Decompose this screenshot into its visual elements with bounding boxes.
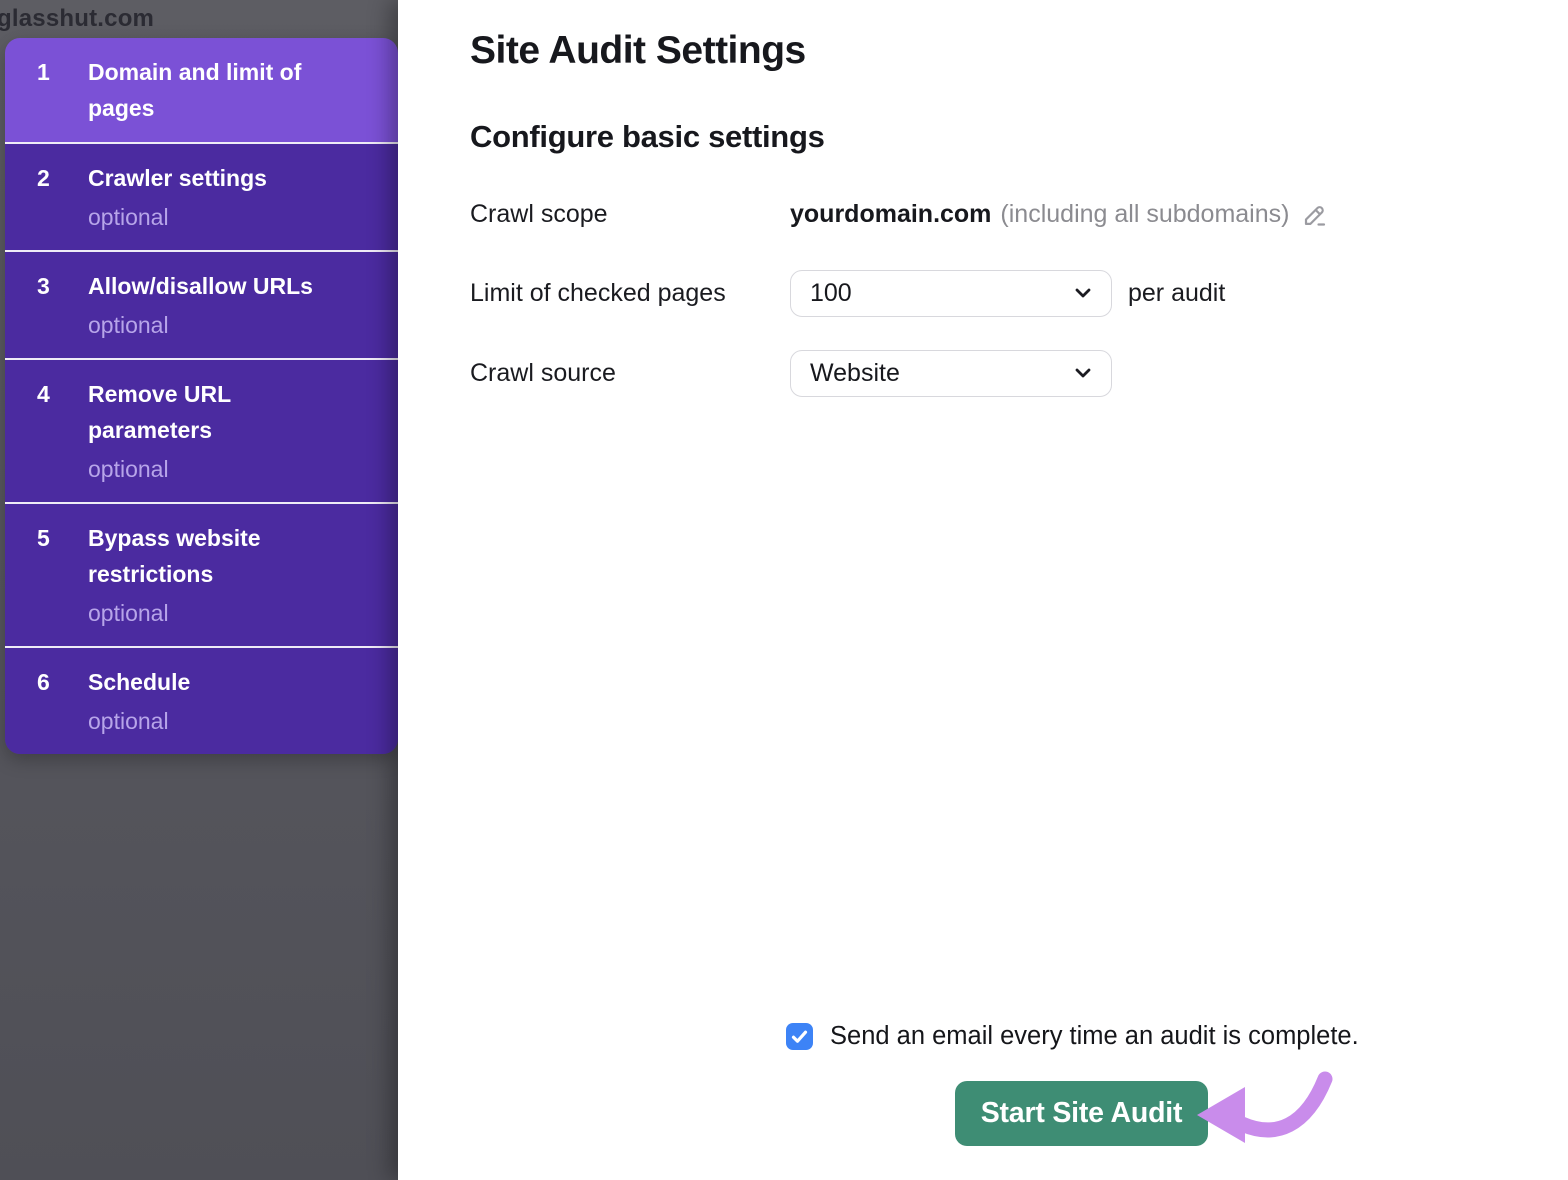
step-domain-and-limit[interactable]: 1 Domain and limit of pages [5,38,398,142]
step-optional-note: optional [88,705,190,738]
limit-of-pages-select[interactable]: 100 [790,270,1112,317]
email-checkbox[interactable] [786,1023,813,1050]
step-optional-note: optional [88,201,267,234]
chevron-down-icon [1072,362,1094,384]
step-schedule[interactable]: 6 Schedule optional [5,646,398,754]
email-option-label: Send an email every time an audit is com… [830,1022,1359,1051]
step-bypass-website-restrictions[interactable]: 5 Bypass website restrictions optional [5,502,398,646]
project-domain-label: glasshut.com [0,5,154,33]
crawl-scope-domain: yourdomain.com [790,200,991,229]
site-audit-settings-panel: Site Audit Settings Configure basic sett… [398,0,1568,1180]
annotation-arrow-icon [1192,1068,1342,1148]
page-title: Site Audit Settings [470,28,1568,74]
per-audit-suffix: per audit [1128,279,1225,308]
site-audit-wizard-steps: 1 Domain and limit of pages 2 Crawler se… [5,38,398,754]
step-optional-note: optional [88,453,346,486]
limit-of-pages-label: Limit of checked pages [470,279,790,308]
step-title: Allow/disallow URLs [88,268,313,304]
dimmed-background-pane: glasshut.com 1 Domain and limit of pages… [0,0,398,1180]
step-optional-note: optional [88,597,346,630]
step-number: 2 [5,160,88,196]
start-site-audit-button[interactable]: Start Site Audit [955,1081,1208,1146]
limit-of-pages-selected-value: 100 [810,279,852,308]
step-allow-disallow-urls[interactable]: 3 Allow/disallow URLs optional [5,250,398,358]
step-title: Domain and limit of pages [88,54,346,126]
step-number: 5 [5,520,88,556]
limit-of-pages-row: Limit of checked pages 100 per audit [470,269,1568,317]
chevron-down-icon [1072,282,1094,304]
crawl-scope-row: Crawl scope yourdomain.com (including al… [470,190,1568,238]
step-title: Bypass website restrictions [88,520,346,592]
step-number: 3 [5,268,88,304]
step-number: 6 [5,664,88,700]
edit-pencil-icon[interactable] [1301,200,1329,228]
step-crawler-settings[interactable]: 2 Crawler settings optional [5,142,398,250]
step-number: 4 [5,376,88,412]
crawl-scope-subdomains-note: (including all subdomains) [1000,200,1289,229]
step-number: 1 [5,54,88,90]
step-title: Crawler settings [88,160,267,196]
crawl-scope-value: yourdomain.com (including all subdomains… [790,200,1329,229]
crawl-source-select[interactable]: Website [790,350,1112,397]
checkmark-icon [790,1027,809,1046]
step-optional-note: optional [88,309,313,342]
section-heading: Configure basic settings [470,118,1568,156]
crawl-scope-label: Crawl scope [470,200,790,229]
crawl-source-label: Crawl source [470,359,790,388]
step-title: Remove URL parameters [88,376,346,448]
step-title: Schedule [88,664,190,700]
crawl-source-selected-value: Website [810,359,900,388]
crawl-source-row: Crawl source Website [470,349,1568,397]
step-remove-url-parameters[interactable]: 4 Remove URL parameters optional [5,358,398,502]
email-option-row[interactable]: Send an email every time an audit is com… [786,1022,1359,1051]
